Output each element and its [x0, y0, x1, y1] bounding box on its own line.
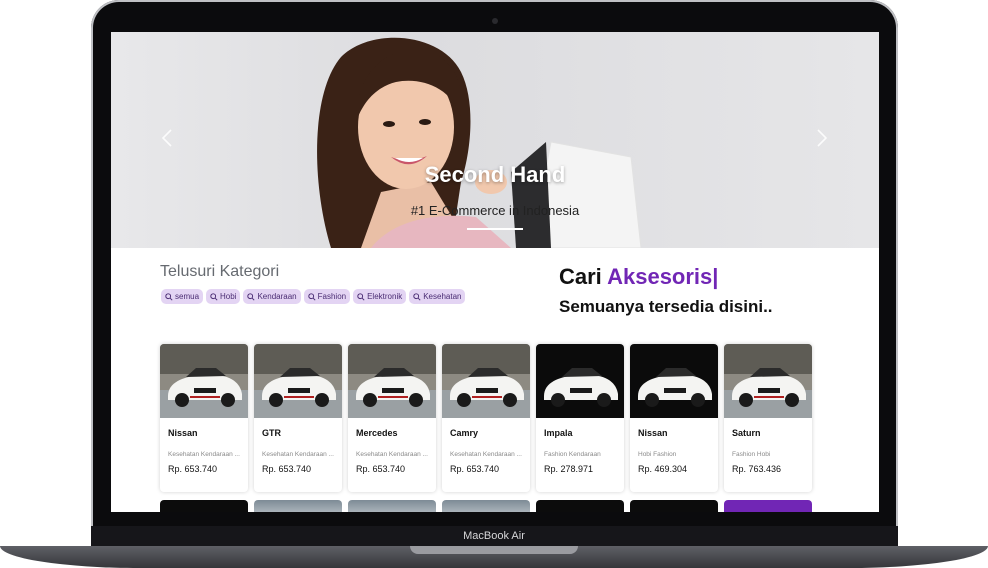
product-price: Rp. 653.740 — [262, 464, 312, 474]
chip-label: semua — [175, 292, 200, 301]
product-card-partial[interactable] — [348, 500, 436, 512]
hero-banner[interactable]: Second Hand #1 E-Commerce in Indonesia — [111, 32, 879, 248]
hero-subtitle: #1 E-Commerce in Indonesia — [410, 203, 580, 218]
webcam-icon — [492, 18, 498, 24]
product-category: Kesehatan Kendaraan ... — [356, 451, 428, 458]
category-chip-kesehatan[interactable]: Kesehatan — [409, 289, 466, 304]
product-category: Kesehatan Kendaraan ... — [168, 451, 240, 458]
product-price: Rp. 653.740 — [450, 464, 500, 474]
product-name: Mercedes — [356, 428, 398, 438]
product-price: Rp. 469.304 — [638, 464, 688, 474]
product-photo — [536, 344, 624, 418]
product-price: Rp. 653.740 — [356, 464, 406, 474]
product-name: Impala — [544, 428, 573, 438]
product-name: Saturn — [732, 428, 761, 438]
chip-label: Hobi — [220, 292, 237, 301]
product-category: Hobi Fashion — [638, 451, 677, 458]
product-name: Nissan — [168, 428, 198, 438]
product-category: Fashion Hobi — [732, 451, 771, 458]
product-price: Rp. 278.971 — [544, 464, 594, 474]
product-card[interactable]: GTR Kesehatan Kendaraan ... Rp. 653.740 — [254, 344, 342, 492]
product-card-partial[interactable] — [442, 500, 530, 512]
category-chip-elektronik[interactable]: Elektronik — [353, 289, 407, 304]
product-card-partial[interactable] — [536, 500, 624, 512]
search-tagline: Semuanya tersedia disini.. — [559, 297, 773, 316]
chip-label: Elektronik — [367, 292, 403, 301]
carousel-indicator[interactable] — [467, 228, 523, 230]
product-grid-row-2 — [160, 500, 812, 512]
product-photo — [348, 344, 436, 418]
product-price: Rp. 653.740 — [168, 464, 218, 474]
category-chip-hobi[interactable]: Hobi — [206, 289, 241, 304]
search-icon — [165, 292, 173, 301]
product-card[interactable]: Camry Kesehatan Kendaraan ... Rp. 653.740 — [442, 344, 530, 492]
product-photo — [630, 344, 718, 418]
carousel-prev-button[interactable] — [161, 128, 173, 154]
hero-title: Second Hand — [424, 162, 566, 187]
category-heading: Telusuri Kategori — [160, 263, 280, 280]
laptop-notch — [410, 546, 578, 554]
search-highlight: Aksesoris| — [607, 264, 719, 289]
screen: Second Hand #1 E-Commerce in Indonesia T… — [111, 32, 879, 512]
category-chip-semua[interactable]: semua — [161, 289, 204, 304]
product-card[interactable]: Impala Fashion Kendaraan Rp. 278.971 — [536, 344, 624, 492]
chip-label: Kendaraan — [257, 292, 297, 301]
product-card-partial[interactable] — [254, 500, 342, 512]
chevron-right-icon — [817, 129, 828, 147]
product-card[interactable]: Nissan Kesehatan Kendaraan ... Rp. 653.740 — [160, 344, 248, 492]
chip-label: Kesehatan — [423, 292, 462, 301]
search-icon — [413, 292, 421, 301]
product-category: Kesehatan Kendaraan ... — [262, 451, 334, 458]
carousel-next-button[interactable] — [816, 128, 828, 154]
search-icon — [247, 292, 256, 301]
product-card[interactable]: Nissan Hobi Fashion Rp. 469.304 — [630, 344, 718, 492]
product-photo — [724, 344, 812, 418]
product-card[interactable]: Mercedes Kesehatan Kendaraan ... Rp. 653.7… — [348, 344, 436, 492]
device-label: MacBook Air — [463, 530, 525, 542]
product-card-partial[interactable] — [160, 500, 248, 512]
product-name: GTR — [262, 428, 281, 438]
search-prefix: Cari — [559, 264, 602, 289]
search-icon — [357, 292, 365, 301]
product-name: Camry — [450, 428, 479, 438]
product-grid: Nissan Kesehatan Kendaraan ... Rp. 653.740… — [160, 344, 812, 492]
product-photo — [254, 344, 342, 418]
sell-button[interactable] — [724, 500, 812, 512]
product-name: Nissan — [638, 428, 668, 438]
category-chip-kendaraan[interactable]: Kendaraan — [243, 289, 301, 304]
product-card[interactable]: Saturn Fashion Hobi Rp. 763.436 — [724, 344, 812, 492]
product-card-partial[interactable] — [630, 500, 718, 512]
product-price: Rp. 763.436 — [732, 464, 782, 474]
search-icon — [210, 292, 218, 301]
product-category: Kesehatan Kendaraan ... — [450, 451, 522, 458]
category-chip-fashion[interactable]: Fashion — [303, 289, 351, 304]
product-photo — [160, 344, 248, 418]
search-headline: Cari Aksesoris| — [559, 264, 718, 290]
search-icon — [307, 292, 316, 301]
product-photo — [442, 344, 530, 418]
chip-label: Fashion — [317, 292, 347, 301]
product-category: Fashion Kendaraan — [544, 451, 601, 458]
chevron-left-icon — [161, 129, 172, 147]
category-chips: semua Hobi Kendaraan Fashion Elektronik … — [161, 289, 466, 304]
